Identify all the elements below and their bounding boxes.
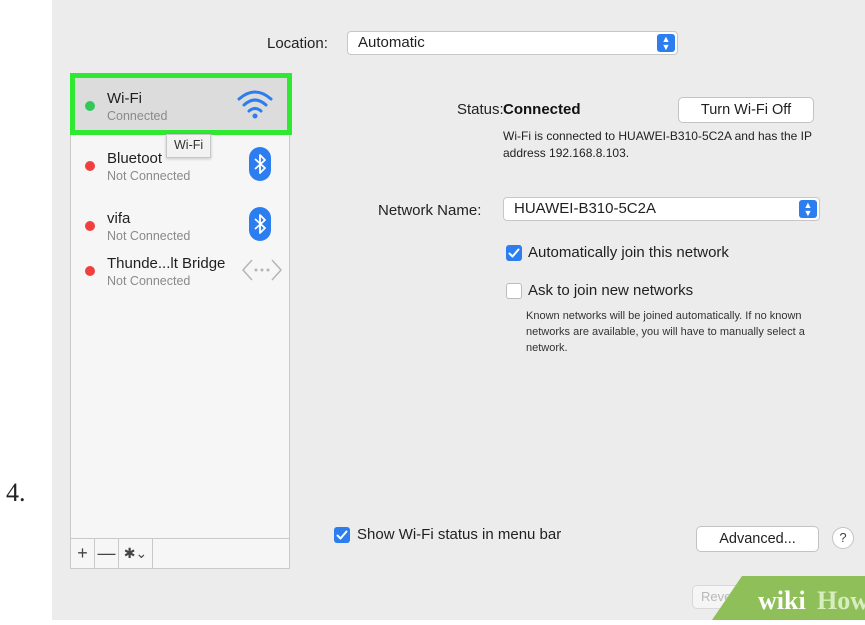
auto-join-label[interactable]: Automatically join this network <box>528 244 729 261</box>
status-label: Status: <box>457 101 504 118</box>
sidebar-toolbar: + — ✱⌄ <box>71 538 289 568</box>
wikihow-wiki-text: wiki <box>758 586 806 615</box>
location-select[interactable]: Automatic ▲ ▼ <box>347 31 678 55</box>
location-label: Location: <box>267 35 328 52</box>
bluetooth-icon <box>249 147 271 181</box>
wikihow-how-text: How <box>817 586 865 615</box>
highlight-box <box>70 73 292 135</box>
service-status: Not Connected <box>107 169 191 183</box>
step-number: 4. <box>6 478 26 507</box>
ask-join-checkbox[interactable] <box>506 283 522 299</box>
wikihow-watermark: wiki How <box>712 576 865 620</box>
ask-join-help-text: Known networks will be joined automatica… <box>526 310 805 354</box>
gear-menu-button[interactable]: ✱⌄ <box>119 539 153 568</box>
service-name: Thunde...lt Bridge <box>107 255 226 272</box>
service-status: Not Connected <box>107 274 191 288</box>
help-button[interactable]: ? <box>832 527 854 549</box>
network-preferences-window: Location: Automatic ▲ ▼ Wi-Fi Connected B… <box>52 0 865 620</box>
select-arrows-icon: ▲ ▼ <box>799 200 817 218</box>
auto-join-checkbox[interactable] <box>506 245 522 261</box>
service-name: Bluetoot <box>107 150 163 167</box>
show-status-label[interactable]: Show Wi-Fi status in menu bar <box>357 526 561 543</box>
status-dot-icon <box>85 161 95 171</box>
network-name-select[interactable]: HUAWEI-B310-5C2A ▲ ▼ <box>503 197 820 221</box>
network-name-value: HUAWEI-B310-5C2A <box>514 200 656 217</box>
status-dot-icon <box>85 221 95 231</box>
status-description: Wi-Fi is connected to HUAWEI-B310-5C2A a… <box>503 129 812 160</box>
add-service-button[interactable]: + <box>71 539 95 568</box>
advanced-button[interactable]: Advanced... <box>696 526 819 552</box>
status-dot-icon <box>85 266 95 276</box>
sidebar-item-thunderbolt-bridge[interactable]: Thunde...lt Bridge Not Connected <box>71 239 289 299</box>
network-name-label: Network Name: <box>378 202 482 219</box>
status-value: Connected <box>503 101 581 118</box>
select-arrows-icon: ▲ ▼ <box>657 34 675 52</box>
tooltip: Wi-Fi <box>166 134 212 158</box>
checkmark-icon <box>336 530 348 540</box>
turn-wifi-off-button[interactable]: Turn Wi-Fi Off <box>678 97 814 123</box>
service-name: vifa <box>107 210 131 227</box>
checkmark-icon <box>508 248 520 258</box>
ask-join-label[interactable]: Ask to join new networks <box>528 282 693 299</box>
bluetooth-icon <box>249 207 271 241</box>
show-status-checkbox[interactable] <box>334 527 350 543</box>
thunderbolt-bridge-icon <box>241 257 283 288</box>
location-value: Automatic <box>358 34 425 51</box>
remove-service-button[interactable]: — <box>95 539 119 568</box>
